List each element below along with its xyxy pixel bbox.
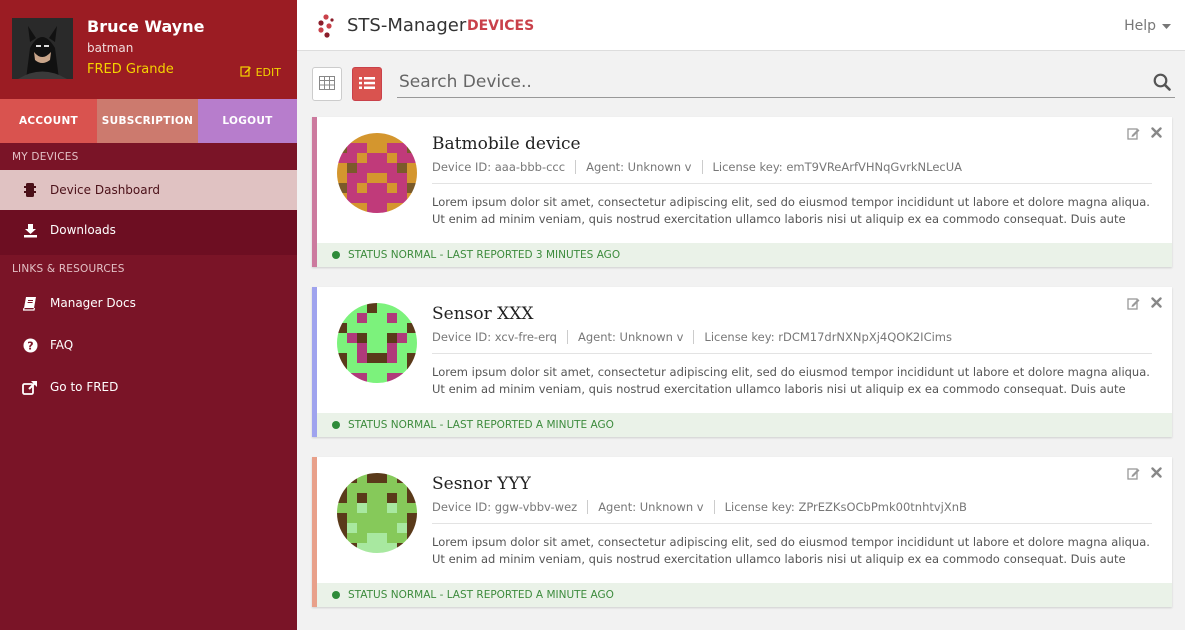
divider — [566, 330, 568, 344]
status-text: STATUS NORMAL - LAST REPORTED 3 MINUTES … — [348, 249, 621, 261]
section-title: DEVICES — [467, 18, 535, 34]
profile-panel: Bruce Wayne batman FRED Grande EDIT — [0, 0, 297, 99]
device-meta: Device ID: xcv-fre-erq Agent: Unknown v … — [432, 330, 952, 344]
account-tabs: ACCOUNT SUBSCRIPTION LOGOUT — [0, 99, 297, 143]
sidebar-item-label: Device Dashboard — [50, 183, 160, 197]
device-name[interactable]: Batmobile device — [432, 134, 581, 154]
edit-device-icon[interactable] — [1127, 297, 1141, 310]
search-icon[interactable] — [1153, 73, 1171, 95]
device-icon — [22, 182, 38, 198]
status-text: STATUS NORMAL - LAST REPORTED A MINUTE A… — [348, 419, 614, 431]
close-icon[interactable] — [1151, 297, 1162, 310]
device-id: Device ID: xcv-fre-erq — [432, 330, 557, 344]
help-label: Help — [1124, 18, 1156, 34]
top-bar: STS-Manager DEVICES Help — [297, 0, 1185, 51]
search-input[interactable] — [397, 68, 1137, 96]
device-name[interactable]: Sensor XXX — [432, 304, 533, 324]
list-view-button[interactable] — [352, 67, 382, 101]
svg-text:?: ? — [27, 339, 33, 352]
edit-device-icon[interactable] — [1127, 467, 1141, 480]
links-resources-header: LINKS & RESOURCES — [0, 255, 297, 282]
card-actions — [1127, 127, 1162, 140]
sidebar-item-device-dashboard[interactable]: Device Dashboard — [0, 170, 297, 210]
device-meta: Device ID: ggw-vbbv-wez Agent: Unknown v… — [432, 500, 967, 514]
download-icon — [22, 222, 38, 238]
tab-logout[interactable]: LOGOUT — [198, 99, 297, 143]
device-description: Lorem ipsum dolor sit amet, consectetur … — [432, 365, 1150, 396]
device-license: License key: ZPrEZKsOCbPmk00tnhtvjXnB — [724, 500, 967, 514]
status-dot-icon — [332, 421, 340, 429]
app-logo-icon[interactable] — [317, 14, 337, 38]
device-name[interactable]: Sesnor YYY — [432, 474, 531, 494]
my-devices-header: MY DEVICES — [0, 143, 297, 170]
status-dot-icon — [332, 251, 340, 259]
tab-subscription[interactable]: SUBSCRIPTION — [97, 99, 198, 143]
tab-account[interactable]: ACCOUNT — [0, 99, 97, 143]
status-text: STATUS NORMAL - LAST REPORTED A MINUTE A… — [348, 589, 614, 601]
sidebar-item-faq[interactable]: ? FAQ — [0, 324, 297, 366]
app-title[interactable]: STS-Manager — [347, 15, 466, 36]
edit-label: EDIT — [255, 66, 281, 79]
divider — [701, 160, 703, 174]
device-status: STATUS NORMAL - LAST REPORTED A MINUTE A… — [317, 583, 1172, 607]
card-actions — [1127, 297, 1162, 310]
device-card: Batmobile device Device ID: aaa-bbb-ccc … — [312, 117, 1172, 267]
sidebar-item-label: Go to FRED — [50, 380, 119, 394]
links-section: Manager Docs ? FAQ Go to FRED — [0, 282, 297, 630]
device-identicon — [337, 303, 417, 383]
device-id: Device ID: ggw-vbbv-wez — [432, 500, 578, 514]
card-actions — [1127, 467, 1162, 480]
device-identicon — [337, 473, 417, 553]
profile-name: Bruce Wayne — [87, 17, 205, 36]
device-card: Sensor XXX Device ID: xcv-fre-erq Agent:… — [312, 287, 1172, 437]
device-id: Device ID: aaa-bbb-ccc — [432, 160, 566, 174]
sidebar-item-manager-docs[interactable]: Manager Docs — [0, 282, 297, 324]
divider — [575, 160, 577, 174]
list-icon — [359, 75, 375, 94]
device-agent: Agent: Unknown v — [598, 500, 704, 514]
divider — [432, 523, 1152, 524]
avatar[interactable] — [12, 18, 73, 79]
grid-view-button[interactable] — [312, 67, 342, 101]
help-menu[interactable]: Help — [1124, 18, 1171, 34]
sidebar: Bruce Wayne batman FRED Grande EDIT ACCO… — [0, 0, 297, 630]
question-circle-icon: ? — [22, 337, 38, 353]
profile-org[interactable]: FRED Grande — [87, 62, 174, 77]
sidebar-item-go-to-fred[interactable]: Go to FRED — [0, 366, 297, 408]
device-license: License key: rDCM17drNXNpXj4QOK2ICims — [704, 330, 952, 344]
profile-username: batman — [87, 41, 134, 55]
edit-icon — [240, 65, 252, 80]
device-status: STATUS NORMAL - LAST REPORTED 3 MINUTES … — [317, 243, 1172, 267]
book-icon — [22, 295, 38, 311]
caret-down-icon — [1162, 18, 1171, 34]
close-icon[interactable] — [1151, 467, 1162, 480]
external-link-icon — [22, 379, 38, 395]
device-description: Lorem ipsum dolor sit amet, consectetur … — [432, 195, 1150, 226]
sidebar-item-label: Downloads — [50, 223, 116, 237]
device-agent: Agent: Unknown v — [586, 160, 692, 174]
device-identicon — [337, 133, 417, 213]
device-meta: Device ID: aaa-bbb-ccc Agent: Unknown v … — [432, 160, 962, 174]
divider — [432, 353, 1152, 354]
sidebar-item-downloads[interactable]: Downloads — [0, 210, 297, 250]
device-status: STATUS NORMAL - LAST REPORTED A MINUTE A… — [317, 413, 1172, 437]
device-agent: Agent: Unknown v — [577, 330, 684, 344]
edit-profile-button[interactable]: EDIT — [240, 65, 281, 80]
device-description: Lorem ipsum dolor sit amet, consectetur … — [432, 535, 1150, 566]
sidebar-item-label: FAQ — [50, 338, 74, 352]
divider — [432, 183, 1152, 184]
divider — [587, 500, 589, 514]
search-bar — [397, 68, 1175, 98]
device-license: License key: emT9VReArfVHNqGvrkNLecUA — [712, 160, 963, 174]
status-dot-icon — [332, 591, 340, 599]
device-card: Sesnor YYY Device ID: ggw-vbbv-wez Agent… — [312, 457, 1172, 607]
table-icon — [319, 75, 335, 94]
divider — [713, 500, 715, 514]
edit-device-icon[interactable] — [1127, 127, 1141, 140]
sidebar-item-label: Manager Docs — [50, 296, 136, 310]
divider — [693, 330, 695, 344]
close-icon[interactable] — [1151, 127, 1162, 140]
